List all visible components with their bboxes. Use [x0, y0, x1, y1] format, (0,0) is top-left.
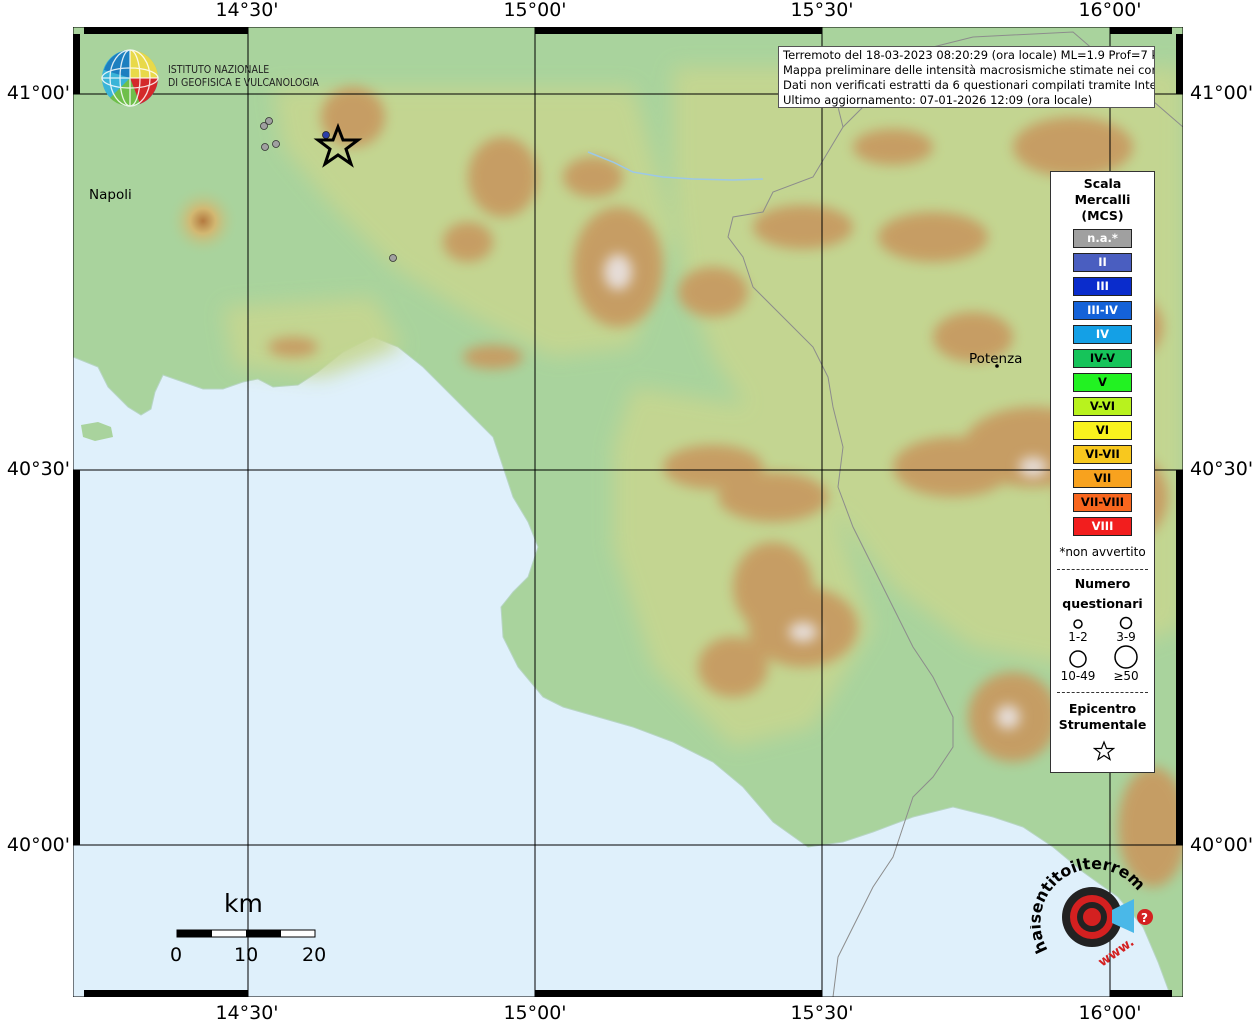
intensity-swatch: V [1073, 373, 1132, 392]
lon-tick-top-2: 15°00' [503, 0, 567, 21]
lon-tick-top-3: 15°30' [790, 0, 854, 21]
intensity-swatch: n.a.* [1073, 229, 1132, 248]
place-label-napoli: Napoli [89, 187, 132, 203]
ingv-logo-text: ISTITUTO NAZIONALE DI GEOFISICA E VULCAN… [168, 64, 319, 90]
intensity-swatch: IV [1073, 325, 1132, 344]
intensity-swatch: II [1073, 253, 1132, 272]
svg-text:?: ? [1141, 911, 1148, 925]
observation-point[interactable] [272, 140, 280, 148]
size-class-label: 10-49 [1060, 669, 1096, 683]
size-class-label: ≥50 [1113, 669, 1139, 683]
intensity-swatch: VI [1073, 421, 1132, 440]
epicenter-title-line: Epicentro [1068, 701, 1137, 716]
logo-line-1: ISTITUTO NAZIONALE [168, 64, 270, 76]
haisentito-logo: haisentitoilterremoto.it ? www. [1025, 840, 1160, 975]
ingv-logo [100, 48, 164, 108]
questionnaires-title-line: Numero [1074, 576, 1131, 591]
info-line-1: Terremoto del 18-03-2023 08:20:29 (ora l… [783, 48, 1155, 62]
observation-point[interactable] [261, 143, 269, 151]
lon-tick-bottom-3: 15°30' [790, 1002, 854, 1024]
lat-tick-left-1: 41°00' [6, 82, 70, 104]
lat-tick-right-1: 41°00' [1190, 82, 1254, 104]
legend-title: Scala Mercalli (MCS) [1051, 176, 1154, 224]
info-line-4: Ultimo aggiornamento: 07-01-2026 12:09 (… [783, 93, 1093, 107]
intensity-swatch: III [1073, 277, 1132, 296]
observation-point[interactable] [260, 122, 268, 130]
intensity-swatch: VI-VII [1073, 445, 1132, 464]
epicenter-title-line: Strumentale [1058, 717, 1147, 732]
info-line-2: Mappa preliminare delle intensità macros… [783, 63, 1155, 77]
place-label-potenza: Potenza [969, 351, 1023, 367]
questionnaires-title: Numero questionari [1051, 574, 1154, 614]
lat-tick-left-2: 40°30' [6, 458, 70, 480]
scale-label-20: 20 [302, 944, 327, 966]
lat-tick-right-2: 40°30' [1190, 458, 1254, 480]
scale-unit: km [224, 889, 263, 918]
lat-tick-left-3: 40°00' [6, 834, 70, 856]
size-class-label: 1-2 [1068, 630, 1088, 644]
scale-bar [176, 929, 316, 938]
legend-title-line: Mercalli [1074, 192, 1131, 207]
intensity-swatch: V-VI [1073, 397, 1132, 416]
star-icon [1093, 740, 1115, 761]
lon-tick-top-4: 16°00' [1078, 0, 1142, 21]
lon-tick-bottom-2: 15°00' [503, 1002, 567, 1024]
size-class-label: 3-9 [1116, 630, 1136, 644]
legend-divider [1057, 692, 1148, 693]
scale-label-0: 0 [170, 944, 183, 966]
legend-title-line: (MCS) [1081, 208, 1124, 223]
logo-line-2: DI GEOFISICA E VULCANOLOGIA [168, 77, 319, 89]
questionnaires-title-line: questionari [1062, 596, 1143, 611]
legend-note: *non avvertito [1059, 545, 1146, 559]
globe-icon [101, 49, 159, 107]
vesuvius [167, 185, 239, 257]
intensity-swatch: VIII [1073, 517, 1132, 536]
lon-tick-bottom-4: 16°00' [1078, 1002, 1142, 1024]
lat-tick-right-3: 40°00' [1190, 834, 1254, 856]
observation-point[interactable] [389, 254, 397, 262]
epicenter-title: Epicentro Strumentale [1051, 701, 1154, 733]
intensity-swatch: VII-VIII [1073, 493, 1132, 512]
intensity-swatch: VII [1073, 469, 1132, 488]
lon-tick-bottom-1: 14°30' [215, 1002, 279, 1024]
intensity-swatch: III-IV [1073, 301, 1132, 320]
info-line-3: Dati non verificati estratti da 6 questi… [783, 78, 1155, 92]
legend: Scala Mercalli (MCS) n.a.* II III III-IV IV I… [1050, 171, 1155, 773]
legend-divider [1057, 569, 1148, 570]
scale-label-10: 10 [234, 944, 259, 966]
event-info-box: Terremoto del 18-03-2023 08:20:29 (ora l… [778, 46, 1155, 108]
legend-title-line: Scala [1083, 176, 1122, 191]
intensity-map [73, 27, 1183, 997]
intensity-swatch: IV-V [1073, 349, 1132, 368]
target-icon: haisentitoilterremoto.it ? www. [1025, 840, 1153, 970]
lon-tick-top-1: 14°30' [215, 0, 279, 21]
observation-point[interactable] [322, 131, 330, 139]
